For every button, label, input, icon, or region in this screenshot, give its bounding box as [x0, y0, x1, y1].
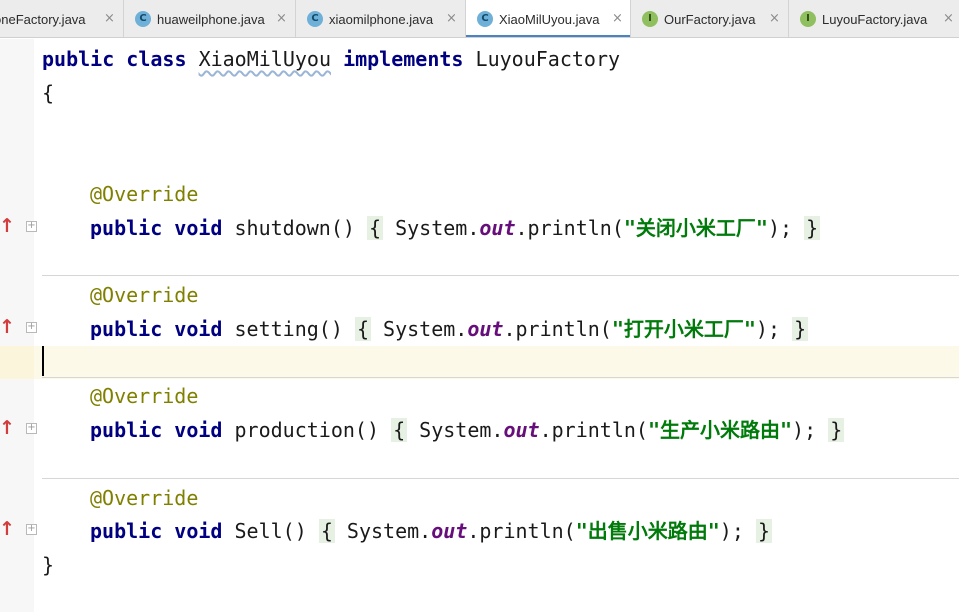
static-field: out [479, 216, 516, 240]
gutter-current-line [0, 346, 34, 379]
close-icon[interactable]: × [769, 11, 780, 26]
string-literal: "出售小米路由" [575, 519, 720, 543]
annotation-text: @Override [90, 384, 199, 408]
override-annotation: @Override [90, 280, 198, 310]
close-icon[interactable]: × [446, 11, 457, 26]
method-call: .println( [467, 519, 576, 543]
implements-method-icon[interactable]: ↑ [0, 518, 15, 540]
method-call: .println( [539, 418, 648, 442]
keyword: public [90, 418, 163, 442]
tab-label: OurFactory.java [664, 12, 756, 27]
keyword: public [90, 216, 163, 240]
folded-brace[interactable]: { [391, 418, 408, 442]
tab-our-factory[interactable]: I OurFactory.java × [631, 0, 789, 37]
close-icon[interactable]: × [612, 11, 623, 26]
system-ref: System. [383, 317, 468, 341]
implements-method-icon[interactable]: ↑ [0, 417, 15, 439]
override-annotation: @Override [90, 483, 198, 513]
tab-luyou-factory[interactable]: I LuyouFactory.java × [789, 0, 959, 37]
system-ref: System. [419, 418, 504, 442]
method-name[interactable]: production() [235, 418, 380, 442]
tab-one-factory[interactable]: oneFactory.java × [0, 0, 124, 37]
method-call: .println( [503, 317, 612, 341]
system-ref: System. [346, 519, 432, 543]
override-annotation: @Override [90, 381, 198, 411]
editor-tab-bar: oneFactory.java × C huaweilphone.java × … [0, 0, 959, 38]
tab-label: xiaomilphone.java [329, 12, 434, 27]
class-open-brace: { [42, 81, 55, 105]
string-literal: "生产小米路由" [647, 418, 793, 442]
interface-name[interactable]: LuyouFactory [476, 47, 621, 71]
folded-brace[interactable]: } [792, 317, 809, 341]
folded-brace[interactable]: { [318, 519, 335, 543]
system-ref: System. [395, 216, 480, 240]
keyword: public [90, 519, 163, 543]
tab-label: XiaoMilUyou.java [499, 12, 600, 27]
call-close: ); [755, 317, 781, 341]
interface-icon: I [642, 11, 658, 27]
class-name[interactable]: XiaoMilUyou [199, 47, 331, 71]
annotation-text: @Override [90, 283, 199, 307]
keyword: public [90, 317, 163, 341]
static-field: out [431, 519, 468, 543]
method-separator [42, 478, 959, 479]
method-line-production: public void production() { System.out.pr… [90, 415, 845, 445]
method-line-sell: public void Sell() { System.out.println(… [90, 516, 772, 546]
call-close: ); [792, 418, 817, 442]
implements-method-icon[interactable]: ↑ [0, 316, 15, 338]
tab-label: huaweilphone.java [157, 12, 265, 27]
folded-brace[interactable]: } [828, 418, 845, 442]
folded-brace[interactable]: { [354, 317, 371, 341]
implements-method-icon[interactable]: ↑ [0, 215, 15, 237]
string-literal: "打开小米工厂" [611, 317, 756, 341]
close-icon[interactable]: × [943, 11, 954, 26]
folded-brace[interactable]: } [804, 216, 821, 240]
keyword: implements [343, 47, 464, 71]
method-call: .println( [515, 216, 624, 240]
method-separator [42, 275, 959, 276]
keyword: class [126, 47, 187, 71]
tab-xiaomiluyou[interactable]: C XiaoMilUyou.java × [466, 0, 631, 37]
close-icon[interactable]: × [104, 11, 115, 26]
call-close: ); [719, 519, 744, 543]
editor-gutter: ↑ + ↑ + ↑ + ↑ + [0, 39, 37, 612]
keyword: void [174, 519, 223, 543]
method-line-shutdown: public void shutdown() { System.out.prin… [90, 213, 821, 243]
method-separator [42, 377, 959, 378]
tab-xiaomilphone[interactable]: C xiaomilphone.java × [296, 0, 466, 37]
call-close: ); [767, 216, 793, 240]
folded-brace[interactable]: { [366, 216, 384, 240]
class-icon: C [477, 11, 493, 27]
keyword: void [174, 216, 223, 240]
close-icon[interactable]: × [276, 11, 287, 26]
tab-label: oneFactory.java [0, 12, 86, 27]
class-icon: C [135, 11, 151, 27]
annotation-text: @Override [90, 182, 199, 206]
tab-huaweilphone[interactable]: C huaweilphone.java × [124, 0, 296, 37]
interface-icon: I [800, 11, 816, 27]
static-field: out [503, 418, 540, 442]
folded-brace[interactable]: } [755, 519, 772, 543]
static-field: out [467, 317, 504, 341]
string-literal: "关闭小米工厂" [623, 216, 768, 240]
method-line-setting: public void setting() { System.out.print… [90, 314, 809, 344]
class-icon: C [307, 11, 323, 27]
class-declaration-line: public class XiaoMilUyou implements Luyo… [42, 44, 620, 74]
method-name[interactable]: setting() [235, 317, 343, 341]
method-name[interactable]: Sell() [235, 519, 307, 543]
tab-label: LuyouFactory.java [822, 12, 928, 27]
keyword: public [42, 47, 115, 71]
keyword: void [174, 317, 223, 341]
annotation-text: @Override [90, 486, 199, 510]
override-annotation: @Override [90, 179, 198, 209]
method-name[interactable]: shutdown() [235, 216, 355, 240]
class-close-brace: } [42, 553, 55, 577]
code-editor[interactable]: public class XiaoMilUyou implements Luyo… [34, 39, 959, 612]
keyword: void [174, 418, 223, 442]
text-caret [42, 346, 44, 376]
